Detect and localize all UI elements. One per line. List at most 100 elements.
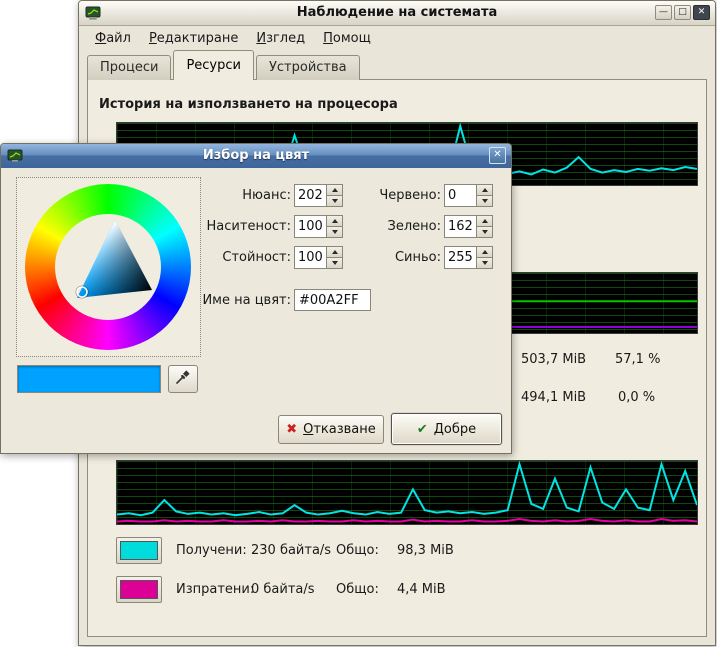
memory-used-value: 503,7 MiB	[521, 352, 586, 367]
green-label: Зелено:	[356, 215, 441, 238]
ok-icon: ✔	[417, 422, 428, 437]
green-input[interactable]	[444, 215, 476, 238]
ok-button-label: Добре	[434, 422, 476, 437]
spin-up-icon	[482, 250, 488, 254]
sent-color-button[interactable]	[116, 576, 162, 603]
green-spin-up-button[interactable]	[476, 215, 493, 227]
hue-ring-hole	[55, 214, 161, 320]
dialog-titlebar[interactable]: Избор на цвят ✕	[1, 144, 511, 168]
hue-input[interactable]	[294, 184, 326, 207]
menu-item-file[interactable]: Файл	[87, 28, 139, 49]
close-button[interactable]: ✕	[693, 5, 710, 20]
menubar: Файл Редактиране Изглед Помощ	[79, 26, 715, 51]
hue-ring[interactable]	[25, 184, 191, 350]
menu-item-view[interactable]: Изглед	[248, 28, 313, 49]
saturation-spin-down-button[interactable]	[326, 227, 343, 238]
swap-used-value: 494,1 MiB	[521, 390, 586, 405]
system-monitor-icon	[85, 5, 101, 21]
blue-spinbox	[444, 246, 493, 269]
saturation-label: Наситеност:	[206, 215, 291, 238]
spin-up-icon	[332, 188, 338, 192]
red-spinbox	[444, 184, 493, 207]
maximize-button[interactable]: □	[674, 5, 691, 20]
menu-item-edit[interactable]: Редактиране	[141, 28, 246, 49]
cancel-button-label: Отказване	[303, 422, 376, 437]
swap-used-percent: 0,0 %	[618, 390, 655, 405]
network-history-chart	[116, 460, 698, 525]
ok-button[interactable]: ✔ Добре	[391, 413, 502, 445]
eyedropper-button[interactable]	[168, 365, 198, 393]
spin-up-icon	[482, 219, 488, 223]
red-label: Червено:	[356, 184, 441, 207]
spin-up-icon	[332, 219, 338, 223]
hsv-triangle[interactable]	[55, 214, 161, 320]
cancel-button[interactable]: ✖ Отказване	[278, 415, 384, 444]
window-title: Наблюдение на системата	[79, 5, 715, 20]
main-titlebar[interactable]: Наблюдение на системата — □ ✕	[79, 1, 715, 26]
desktop: Наблюдение на системата — □ ✕ Файл Редак…	[0, 0, 717, 647]
blue-input[interactable]	[444, 246, 476, 269]
value-input[interactable]	[294, 246, 326, 269]
color-picker-dialog: Избор на цвят ✕	[0, 143, 512, 454]
saturation-spinbox	[294, 215, 343, 238]
blue-spin-up-button[interactable]	[476, 246, 493, 258]
green-spinbox	[444, 215, 493, 238]
blue-spin-down-button[interactable]	[476, 258, 493, 269]
red-spin-up-button[interactable]	[476, 184, 493, 196]
network-chart-plot	[117, 461, 697, 524]
blue-label: Синьо:	[356, 246, 441, 269]
red-input[interactable]	[444, 184, 476, 207]
saturation-input[interactable]	[294, 215, 326, 238]
dialog-icon	[7, 148, 23, 164]
hue-spin-down-button[interactable]	[326, 196, 343, 207]
menu-item-help[interactable]: Помощ	[315, 28, 379, 49]
sent-rate: 0 байта/s	[251, 582, 315, 597]
dialog-close-button[interactable]: ✕	[489, 147, 506, 164]
tabstrip: Процеси Ресурси Устройства	[87, 50, 362, 80]
value-label: Стойност:	[206, 246, 291, 269]
close-icon: ✕	[698, 7, 706, 17]
window-controls: — □ ✕	[655, 5, 710, 20]
hue-spinbox	[294, 184, 343, 207]
tab-resources[interactable]: Ресурси	[173, 50, 254, 80]
received-total: 98,3 MiB	[397, 543, 454, 558]
received-color-button[interactable]	[116, 537, 162, 564]
sent-total-label: Общо:	[336, 582, 379, 597]
value-spinbox	[294, 246, 343, 269]
hue-spin-up-button[interactable]	[326, 184, 343, 196]
spin-down-icon	[332, 199, 338, 203]
dialog-close-icon: ✕	[493, 149, 501, 160]
green-spin-down-button[interactable]	[476, 227, 493, 238]
red-spin-down-button[interactable]	[476, 196, 493, 207]
color-preview	[17, 365, 161, 393]
spin-up-icon	[332, 250, 338, 254]
spin-down-icon	[332, 230, 338, 234]
eyedropper-icon	[174, 368, 192, 390]
tab-devices[interactable]: Устройства	[256, 55, 360, 80]
hue-label: Нюанс:	[206, 184, 291, 207]
cancel-icon: ✖	[286, 422, 297, 437]
spin-down-icon	[482, 261, 488, 265]
memory-used-percent: 57,1 %	[615, 352, 660, 367]
received-color-swatch	[120, 541, 158, 560]
tab-processes[interactable]: Процеси	[87, 55, 171, 80]
value-spin-up-button[interactable]	[326, 246, 343, 258]
cpu-history-title: История на използването на процесора	[99, 97, 398, 112]
received-rate: 230 байта/s	[251, 543, 331, 558]
value-spin-down-button[interactable]	[326, 258, 343, 269]
received-total-label: Общо:	[336, 543, 379, 558]
color-wheel-frame	[16, 177, 201, 357]
received-label: Получени:	[176, 543, 247, 558]
spin-up-icon	[482, 188, 488, 192]
sent-label: Изпратени:	[176, 582, 254, 597]
sent-color-swatch	[120, 580, 158, 599]
spin-down-icon	[482, 230, 488, 234]
color-name-label: Име на цвят:	[186, 289, 291, 312]
minimize-button[interactable]: —	[655, 5, 672, 20]
color-name-input[interactable]	[294, 289, 371, 311]
saturation-spin-up-button[interactable]	[326, 215, 343, 227]
sent-total: 4,4 MiB	[397, 582, 446, 597]
minimize-icon: —	[659, 7, 668, 17]
spin-down-icon	[332, 261, 338, 265]
spin-down-icon	[482, 199, 488, 203]
